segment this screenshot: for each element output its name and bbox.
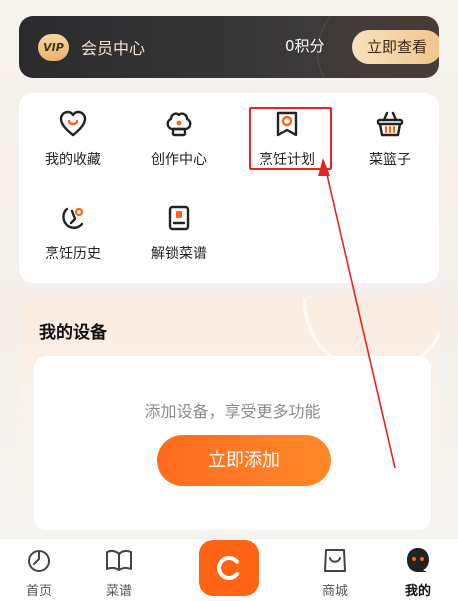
tab-label: 商城 (321, 584, 348, 599)
unlock-recipe-icon (168, 205, 190, 231)
refresh-icon (217, 556, 239, 580)
tab-label: 菜谱 (105, 584, 132, 599)
grid-label: 创作中心 (151, 152, 207, 168)
points-label: 0积分 (285, 37, 325, 55)
add-device-panel: 添加设备，享受更多功能 立即添加 (34, 356, 431, 530)
my-devices-card: 我的设备 添加设备，享受更多功能 立即添加 (19, 298, 439, 530)
recipe-book-icon (106, 549, 132, 571)
add-device-hint: 添加设备，享受更多功能 (144, 402, 321, 421)
tab-label: 首页 (25, 584, 52, 599)
highlight-box (249, 107, 332, 170)
grid-label: 菜篮子 (369, 152, 411, 168)
history-icon (62, 207, 84, 229)
favorite-icon (59, 110, 87, 137)
basket-icon (376, 111, 404, 137)
vip-member-bar[interactable]: VIP 会员中心 0积分 立即查看 (19, 16, 439, 78)
center-action-button[interactable] (199, 540, 259, 596)
grid-label: 解锁菜谱 (151, 246, 207, 262)
add-device-button[interactable]: 立即添加 (157, 435, 331, 486)
chef-hat-icon (166, 112, 192, 137)
tab-home[interactable]: 首页 (4, 539, 74, 601)
grid-item-unlock-recipes[interactable]: 解锁菜谱 (129, 187, 229, 267)
vip-badge-icon: VIP (38, 34, 69, 61)
view-now-button[interactable]: 立即查看 (352, 30, 439, 64)
tab-recipes[interactable]: 菜谱 (84, 539, 154, 601)
profile-icon (407, 548, 429, 572)
grid-item-creation-center[interactable]: 创作中心 (129, 93, 229, 173)
home-icon (28, 550, 50, 572)
grid-label: 烹饪历史 (45, 246, 101, 262)
grid-item-favorites[interactable]: 我的收藏 (23, 93, 123, 173)
devices-title: 我的设备 (39, 323, 107, 343)
grid-label: 我的收藏 (45, 152, 101, 168)
tab-label: 我的 (404, 584, 431, 599)
shopping-bag-icon (324, 549, 346, 572)
grid-item-basket[interactable]: 菜篮子 (340, 93, 440, 173)
vip-title: 会员中心 (81, 39, 146, 58)
feature-grid: 我的收藏 创作中心 烹饪计划 菜篮子 烹饪历史 解锁菜谱 (19, 93, 439, 283)
tab-profile[interactable]: 我的 (383, 539, 453, 601)
tab-mall[interactable]: 商城 (300, 539, 370, 601)
grid-item-cooking-history[interactable]: 烹饪历史 (23, 187, 123, 267)
